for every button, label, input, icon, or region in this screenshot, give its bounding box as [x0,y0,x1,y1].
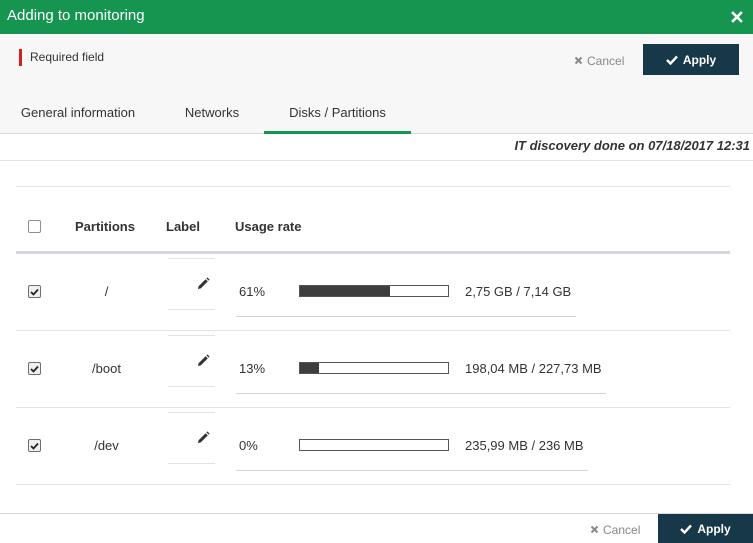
row-checkbox[interactable] [28,285,41,298]
apply-label: Apply [697,522,731,536]
row-checkbox[interactable] [28,439,41,452]
add-monitoring-dialog: Adding to monitoring Required field Canc… [0,0,753,543]
column-header-label: Label [166,218,200,234]
edit-pencil-icon[interactable] [196,277,210,296]
usage-underline [236,393,606,394]
usage-bar-fill [300,286,391,296]
usage-size: 235,99 MB / 236 MB [465,438,584,453]
usage-underline [236,316,576,317]
usage-percentage: 61% [239,284,266,299]
discovery-status: IT discovery done on 07/18/2017 12:31 [514,138,750,153]
tab-disks-partitions[interactable]: Disks / Partitions [264,90,411,134]
divider [16,186,730,187]
checkmark-icon [30,288,39,296]
cancel-label: Cancel [603,522,641,537]
usage-size: 198,04 MB / 227,73 MB [465,361,602,376]
usage-bar [299,285,449,297]
cancel-button-top[interactable]: Cancel [574,52,624,69]
close-icon [574,56,583,65]
usage-bar-fill [300,363,320,373]
tab-general-information[interactable]: General information [8,90,148,134]
edit-pencil-icon[interactable] [196,431,210,450]
close-icon[interactable] [729,9,745,25]
column-header-partitions: Partitions [75,218,135,234]
check-icon [680,524,693,534]
check-icon [665,55,678,65]
tab-networks[interactable]: Networks [160,90,264,134]
edit-pencil-icon[interactable] [196,354,210,373]
required-field-indicator: Required field [19,49,104,66]
close-icon [590,525,599,534]
select-all-checkbox[interactable] [28,219,41,233]
usage-underline [236,470,588,471]
dialog-footer: Cancel Apply [0,513,753,543]
dialog-titlebar: Adding to monitoring [0,0,753,34]
usage-percentage: 0% [239,438,258,453]
cancel-label: Cancel [587,53,625,68]
checkmark-icon [30,365,39,373]
usage-bar [299,362,449,374]
divider [0,160,753,161]
dialog-header: Required field Cancel Apply General info… [0,34,753,134]
apply-button-top[interactable]: Apply [643,44,739,75]
select-all-cell [28,210,41,242]
checkmark-icon [30,442,39,450]
partition-name: / [104,284,109,299]
apply-button-bottom[interactable]: Apply [658,514,753,543]
apply-label: Apply [682,52,717,67]
table-row: / 61% 2,75 GB / 7,14 GB [16,254,730,331]
table-row: /boot 13% 198,04 MB / 227,73 MB [16,331,730,408]
usage-percentage: 13% [239,361,266,376]
tab-bar: General information Networks Disks / Par… [0,90,753,134]
partitions-table-header: Partitions Label Usage rate [16,210,730,254]
table-row: /dev 0% 235,99 MB / 236 MB [16,408,730,485]
partition-name: /boot [92,361,121,376]
usage-size: 2,75 GB / 7,14 GB [465,284,572,299]
dialog-title: Adding to monitoring [7,7,145,24]
usage-bar [299,439,449,451]
partition-name: /dev [94,438,119,453]
row-checkbox[interactable] [28,362,41,375]
cancel-button-bottom[interactable]: Cancel [590,521,640,538]
column-header-usage-rate: Usage rate [235,218,302,234]
